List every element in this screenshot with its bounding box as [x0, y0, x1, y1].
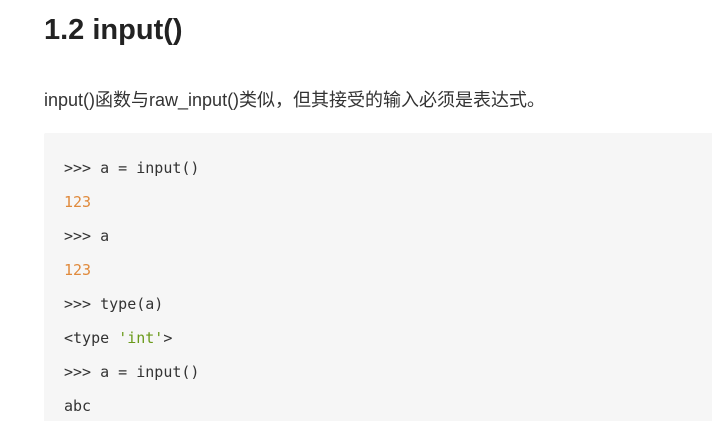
code-line-output-number: 123 — [64, 193, 92, 211]
code-block: >>> a = input() 123 >>> a 123 >>> type(a… — [44, 133, 712, 421]
code-token-string: 'int' — [118, 329, 164, 347]
code-line-output-number: 123 — [64, 261, 92, 279]
code-line-prompt: >>> a = input() — [64, 159, 200, 177]
section-heading: 1.2 input() — [44, 14, 183, 46]
code-line-output-type: <type 'int'> — [64, 328, 172, 348]
code-line-prompt: >>> type(a) — [64, 295, 164, 313]
code-line-prompt: >>> a — [64, 227, 110, 245]
code-line-prompt: >>> a = input() — [64, 363, 200, 381]
code-token-text: > — [163, 329, 173, 347]
code-token-text: <type — [64, 329, 119, 347]
description-paragraph: input()函数与raw_input()类似，但其接受的输入必须是表达式。 — [44, 90, 546, 110]
code-line-input-text: abc — [64, 397, 92, 415]
